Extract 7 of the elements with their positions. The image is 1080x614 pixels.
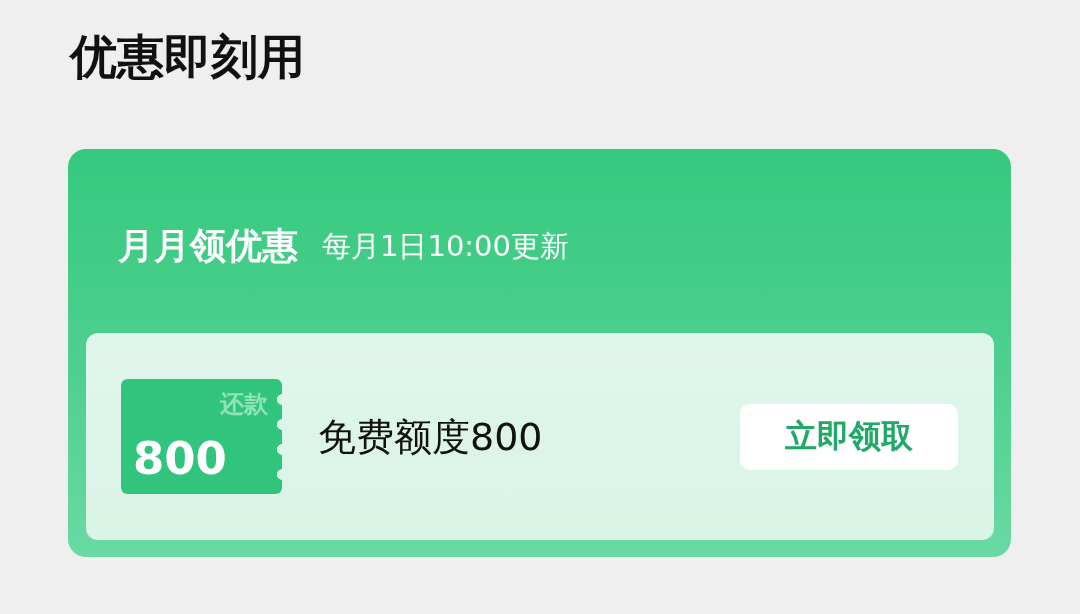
card-subtitle: 每月1日10:00更新: [322, 228, 570, 265]
claim-button[interactable]: 立即领取: [740, 403, 958, 470]
coupon-type-label: 还款: [220, 389, 268, 419]
page-title: 优惠即刻用: [70, 28, 305, 86]
card-title: 月月领优惠: [118, 224, 298, 268]
offer-description: 免费额度800: [318, 413, 543, 461]
coupon-amount: 800: [133, 434, 227, 484]
